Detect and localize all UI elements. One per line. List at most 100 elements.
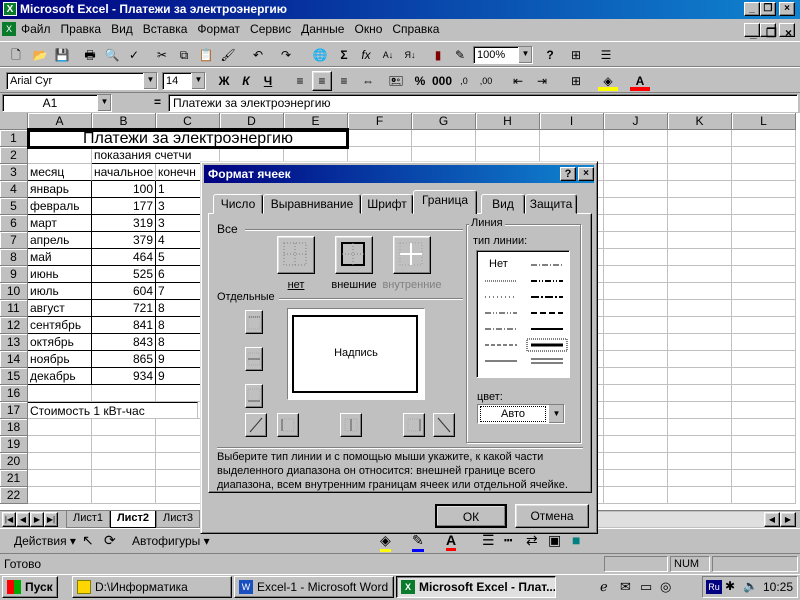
grid-cell[interactable] xyxy=(668,215,732,232)
column-header[interactable]: A xyxy=(28,113,92,130)
month-cell[interactable]: ноябрь xyxy=(28,351,92,368)
grid-cell[interactable] xyxy=(604,402,668,419)
border-top-button[interactable] xyxy=(245,310,263,334)
month-cell[interactable]: апрель xyxy=(28,232,92,249)
row-header[interactable]: 8 xyxy=(0,249,28,266)
help-icon[interactable]: ? xyxy=(540,45,560,65)
grid-cell[interactable] xyxy=(604,487,668,504)
grid-cell[interactable] xyxy=(604,266,668,283)
row-header[interactable]: 4 xyxy=(0,181,28,198)
line-style-icon[interactable]: ☰ xyxy=(596,45,616,65)
grid-cell[interactable] xyxy=(732,249,796,266)
row-header[interactable]: 11 xyxy=(0,300,28,317)
column-header[interactable]: L xyxy=(732,113,796,130)
grid-cell[interactable] xyxy=(668,249,732,266)
preview-icon[interactable]: 🔍 xyxy=(102,45,122,65)
column-header[interactable]: B xyxy=(92,113,156,130)
border-preview[interactable]: Надпись xyxy=(287,308,425,400)
grid-cell[interactable] xyxy=(732,232,796,249)
month-cell[interactable]: август xyxy=(28,300,92,317)
grid-cell[interactable] xyxy=(732,300,796,317)
grid-cell[interactable] xyxy=(668,470,732,487)
grid-cell[interactable] xyxy=(476,130,540,147)
chevron-down-icon[interactable]: ▼ xyxy=(97,95,111,111)
chevron-down-icon[interactable]: ▼ xyxy=(191,73,205,89)
chart-wizard-icon[interactable]: ▮ xyxy=(428,45,448,65)
tab-1[interactable]: Выравнивание xyxy=(263,194,361,214)
grid-cell[interactable] xyxy=(92,419,156,436)
paste-icon[interactable]: 📋 xyxy=(196,45,216,65)
start-value-cell[interactable]: 525 xyxy=(92,266,156,283)
grid-cell[interactable] xyxy=(668,317,732,334)
equals-sign[interactable]: = xyxy=(154,95,161,109)
grid-cell[interactable] xyxy=(668,232,732,249)
grid-cell[interactable] xyxy=(604,385,668,402)
menu-item-0[interactable]: Файл xyxy=(16,19,56,36)
dash-style-icon[interactable]: ┅ xyxy=(504,532,512,549)
tab-2[interactable]: Шрифт xyxy=(361,194,413,214)
undo-icon[interactable]: ↶ xyxy=(248,45,268,65)
dialog-help-button[interactable]: ? xyxy=(560,167,576,181)
column-header[interactable]: H xyxy=(476,113,540,130)
grid-cell[interactable] xyxy=(668,147,732,164)
tab-5[interactable]: Защита xyxy=(525,194,577,214)
row-header[interactable]: 2 xyxy=(0,147,28,164)
month-cell[interactable]: январь xyxy=(28,181,92,198)
doc-restore-button[interactable]: ❐ xyxy=(760,23,777,39)
row-header[interactable]: 22 xyxy=(0,487,28,504)
fill-color-icon[interactable]: ◈ xyxy=(598,71,618,91)
start-value-cell[interactable]: 319 xyxy=(92,215,156,232)
row-header[interactable]: 17 xyxy=(0,402,28,419)
grid-cell[interactable] xyxy=(604,419,668,436)
open-icon[interactable]: 📂 xyxy=(30,45,50,65)
grid-cell[interactable] xyxy=(732,266,796,283)
border-bottom-button[interactable] xyxy=(245,384,263,408)
excel-app-icon[interactable]: X xyxy=(3,2,17,16)
border-diag-down-button[interactable] xyxy=(245,413,267,437)
grid-cell[interactable] xyxy=(732,402,796,419)
sheet-tab-2[interactable]: Лист2 xyxy=(110,511,156,528)
row-header[interactable]: 14 xyxy=(0,351,28,368)
chevron-down-icon[interactable]: ▼ xyxy=(143,73,157,89)
grid-cell[interactable] xyxy=(604,470,668,487)
header-month-cell[interactable]: месяц xyxy=(28,164,92,181)
row-header[interactable]: 20 xyxy=(0,453,28,470)
grid-cell[interactable] xyxy=(540,130,604,147)
doc-minimize-button[interactable]: _ xyxy=(744,23,760,39)
start-value-cell[interactable]: 865 xyxy=(92,351,156,368)
maximize-button[interactable]: ❐ xyxy=(760,2,776,16)
font-color-icon[interactable]: A xyxy=(446,532,457,551)
start-value-cell[interactable]: 841 xyxy=(92,317,156,334)
header-start-cell[interactable]: начальное xyxy=(92,164,156,181)
grid-cell[interactable] xyxy=(28,419,92,436)
function-icon[interactable]: fx xyxy=(356,45,376,65)
row-header[interactable]: 5 xyxy=(0,198,28,215)
percent-icon[interactable]: % xyxy=(410,71,430,91)
new-icon[interactable]: 🗋 xyxy=(6,45,26,65)
border-diag-up-button[interactable] xyxy=(433,413,455,437)
horizontal-scrollbar[interactable] xyxy=(598,512,782,527)
grid-cell[interactable] xyxy=(28,436,92,453)
grid-cell[interactable] xyxy=(604,164,668,181)
bold-button[interactable]: Ж xyxy=(214,71,234,91)
grid-cell[interactable] xyxy=(732,419,796,436)
cut-icon[interactable]: ✂ xyxy=(152,45,172,65)
grid-cell[interactable] xyxy=(668,198,732,215)
merge-center-icon[interactable]: ⇔ xyxy=(358,71,378,91)
first-sheet-icon[interactable]: |◀ xyxy=(2,512,16,527)
column-header[interactable]: F xyxy=(348,113,412,130)
dialog-close-button[interactable]: × xyxy=(578,167,594,181)
3d-icon[interactable]: ■ xyxy=(572,532,580,548)
row-header[interactable]: 15 xyxy=(0,368,28,385)
grid-cell[interactable] xyxy=(732,164,796,181)
grid-cell[interactable] xyxy=(668,436,732,453)
grid-cell[interactable] xyxy=(732,283,796,300)
italic-button[interactable]: К xyxy=(236,71,256,91)
row-header[interactable]: 9 xyxy=(0,266,28,283)
drawing-icon[interactable]: ✎ xyxy=(450,45,470,65)
start-value-cell[interactable]: 100 xyxy=(92,181,156,198)
start-value-cell[interactable]: 379 xyxy=(92,232,156,249)
grid-cell[interactable] xyxy=(604,300,668,317)
align-left-icon[interactable]: ≡ xyxy=(290,71,310,91)
fill-color-icon[interactable]: ◈ xyxy=(380,532,391,552)
